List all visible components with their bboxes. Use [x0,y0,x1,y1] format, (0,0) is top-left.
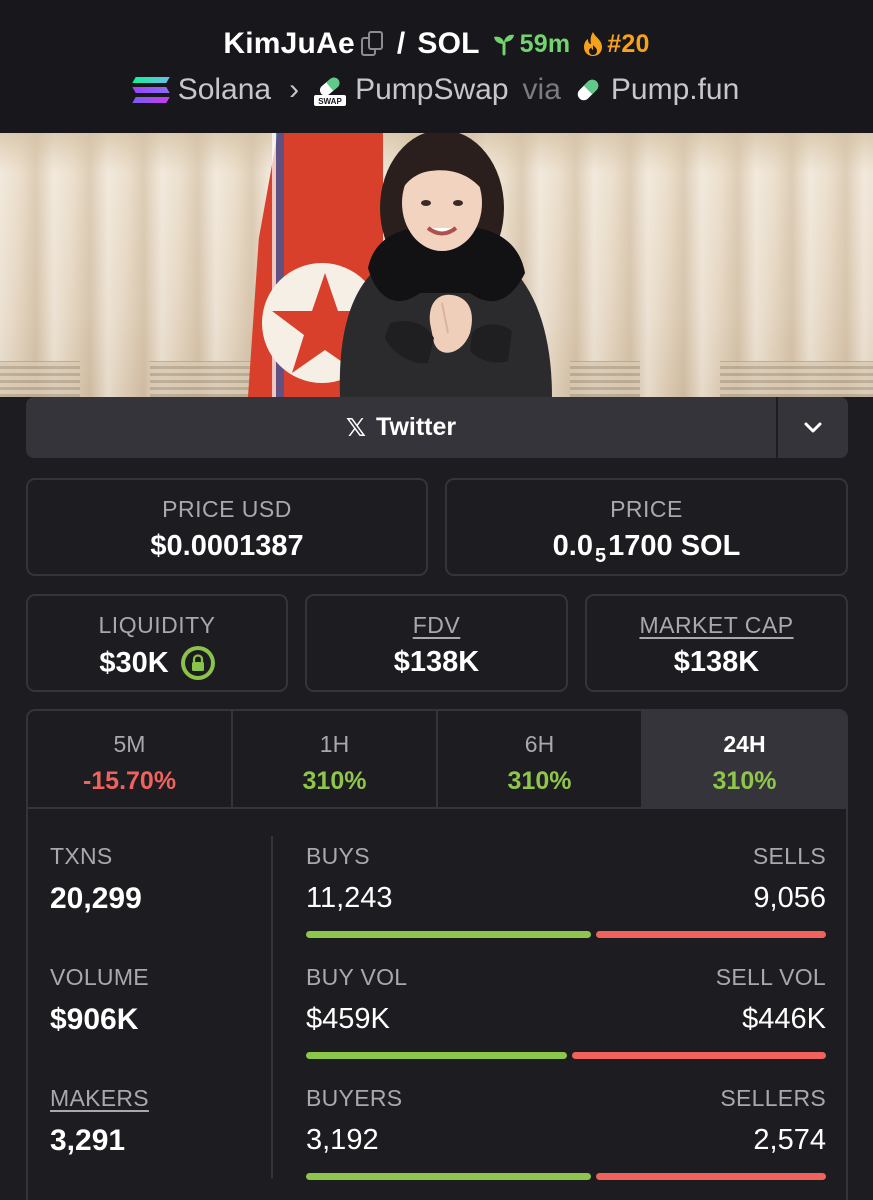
x-logo-icon: 𝕏 [345,413,367,442]
sells-label: SELLS [752,843,826,869]
market-cap-label[interactable]: MARKET CAP [587,612,846,639]
flame-icon [584,32,603,56]
breadcrumb-launchpad[interactable]: Pump.fun [611,73,739,107]
breadcrumb-dex[interactable]: PumpSwap [355,73,508,107]
market-cap-value: $138K [673,646,760,678]
breadcrumb-via: via [522,73,561,106]
tab-6h-change: 310% [507,767,572,795]
swap-icon-text: SWAP [318,97,342,106]
pill-icon [573,75,603,105]
pair-header: KimJuAe / SOL 59m #20 Solana › SWAP Pump… [0,0,873,133]
price-native-zero-count: 5 [595,545,607,567]
copy-icon[interactable] [360,31,385,57]
buy-vol-bar-fill [306,1052,567,1059]
sellers-value: 2,574 [753,1124,826,1156]
person-figure [339,133,552,397]
market-cap-card: MARKET CAP $138K [585,594,848,692]
price-usd-label: PRICE USD [162,496,292,522]
token-banner-image [0,133,873,397]
pair-separator: / [396,27,406,60]
twitter-label: Twitter [376,413,457,441]
tab-1h-change: 310% [302,767,367,795]
buyers-value: 3,192 [306,1124,379,1156]
transaction-stats-panel: TXNS 20,299 VOLUME $906K MAKERS 3,291 BU… [26,808,848,1200]
trending-rank-badge[interactable]: #20 [582,30,649,59]
tab-24h-label: 24H [723,731,766,757]
quote-symbol: SOL [417,27,480,60]
buys-sells-bar [306,931,826,938]
price-usd-value: $0.0001387 [150,530,304,562]
fdv-label[interactable]: FDV [307,612,566,639]
buy-vol-value: $459K [306,1003,390,1035]
solana-icon [131,77,170,103]
buys-sells-split: BUYS SELLS 11,243 9,056 [306,843,826,938]
trending-rank-value: #20 [607,29,650,58]
tab-5m[interactable]: 5M -15.70% [28,711,233,807]
buy-sell-volume-bar [306,1052,826,1059]
price-native-prefix: 0.0 [552,530,593,562]
breadcrumb-chain[interactable]: Solana [178,73,271,107]
volume-label: VOLUME [50,964,149,990]
social-links-bar: 𝕏 Twitter [26,397,848,458]
price-native-suffix: 1700 SOL [608,530,741,562]
price-usd-card: PRICE USD $0.0001387 [26,478,428,576]
tab-5m-change: -15.70% [82,767,177,795]
fdv-card: FDV $138K [305,594,568,692]
buy-vol-label: BUY VOL [306,964,408,990]
pair-age-value: 59m [519,29,571,58]
txns-value: 20,299 [50,882,142,915]
tab-6h[interactable]: 6H 310% [438,711,643,807]
breadcrumb: Solana › SWAP PumpSwap via Pump.fun [0,70,873,110]
tab-1h[interactable]: 1H 310% [233,711,438,807]
makers-metric: MAKERS 3,291 [50,1085,149,1158]
tab-6h-label: 6H [524,731,555,757]
chevron-down-icon [804,422,822,432]
social-dropdown-button[interactable] [776,397,848,458]
fdv-value: $138K [393,646,480,678]
buys-value: 11,243 [306,882,393,914]
volume-value: $906K [50,1003,139,1036]
liquidity-value: $30K [99,646,169,679]
pumpswap-icon: SWAP [313,73,347,107]
txns-metric: TXNS 20,299 [50,843,142,916]
sells-bar-fill [596,931,826,938]
tab-24h[interactable]: 24H 310% [643,711,846,807]
sell-vol-label: SELL VOL [715,964,826,990]
buyers-sellers-split: BUYERS SELLERS 3,192 2,574 [306,1085,826,1180]
sellers-bar-fill [596,1173,826,1180]
sell-vol-value: $446K [742,1003,826,1035]
liquidity-label: LIQUIDITY [98,612,216,638]
tab-5m-label: 5M [113,731,146,757]
liquidity-card: LIQUIDITY $30K [26,594,288,692]
volume-metric: VOLUME $906K [50,964,149,1037]
txns-label: TXNS [50,843,113,869]
tab-24h-change: 310% [712,767,777,795]
buyers-label: BUYERS [306,1085,403,1111]
price-native-value: 0.0 5 1700 SOL [447,530,846,567]
price-native-card: PRICE 0.0 5 1700 SOL [445,478,848,576]
token-symbol: KimJuAe [223,27,355,60]
pair-age-badge: 59m [492,30,571,59]
chevron-right-icon: › [289,73,300,106]
lock-icon[interactable] [180,646,215,680]
buys-bar-fill [306,931,591,938]
sellers-label: SELLERS [720,1085,826,1111]
makers-value: 3,291 [50,1124,126,1157]
buy-sell-volume-split: BUY VOL SELL VOL $459K $446K [306,964,826,1059]
pair-title-row: KimJuAe / SOL 59m #20 [0,24,873,64]
sell-vol-bar-fill [572,1052,826,1059]
makers-label[interactable]: MAKERS [50,1085,149,1112]
price-native-label: PRICE [610,496,683,522]
buyers-sellers-bar [306,1173,826,1180]
buys-label: BUYS [306,843,370,869]
sells-value: 9,056 [753,882,826,914]
tab-1h-label: 1H [319,731,350,757]
twitter-link-button[interactable]: 𝕏 Twitter [26,397,776,458]
buyers-bar-fill [306,1173,591,1180]
liquidity-value-row: $30K [28,646,286,680]
sprout-icon [493,34,514,56]
timeframe-tabs: 5M -15.70% 1H 310% 6H 310% 24H 310% [26,709,848,809]
